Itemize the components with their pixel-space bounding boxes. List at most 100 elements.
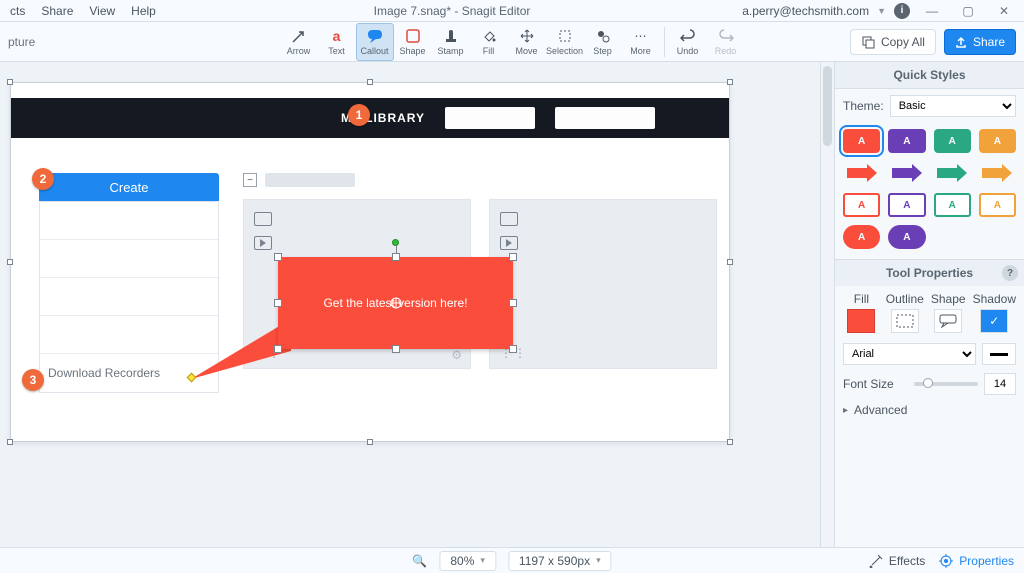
properties-button[interactable]: Properties bbox=[939, 554, 1014, 568]
font-size-slider[interactable] bbox=[914, 382, 979, 386]
create-button[interactable]: Create bbox=[39, 173, 219, 201]
fill-tool[interactable]: Fill bbox=[470, 23, 508, 61]
share-button[interactable]: Share bbox=[944, 29, 1016, 55]
minimize-button[interactable]: — bbox=[918, 2, 946, 20]
font-color-swatch[interactable] bbox=[982, 343, 1016, 365]
window-title: Image 7.snag* - Snagit Editor bbox=[162, 4, 742, 18]
advanced-label[interactable]: Advanced bbox=[854, 403, 907, 417]
font-size-input[interactable] bbox=[984, 373, 1016, 395]
resize-handle[interactable] bbox=[274, 299, 282, 307]
resize-handle[interactable] bbox=[509, 345, 517, 353]
style-pill-purple[interactable]: A bbox=[888, 225, 925, 249]
style-pill-red[interactable]: A bbox=[843, 225, 880, 249]
style-box-amber[interactable]: A bbox=[979, 193, 1016, 217]
text-icon: a bbox=[333, 28, 341, 44]
canvas-dimensions[interactable]: 1197 x 590px▾ bbox=[508, 551, 612, 571]
move-tool[interactable]: Move bbox=[508, 23, 546, 61]
canvas-handle[interactable] bbox=[7, 439, 13, 445]
step-marker-2[interactable]: 2 bbox=[32, 168, 54, 190]
resize-handle[interactable] bbox=[274, 253, 282, 261]
stamp-tool[interactable]: Stamp bbox=[432, 23, 470, 61]
canvas-handle[interactable] bbox=[727, 79, 733, 85]
advanced-disclosure-icon[interactable]: ▸ bbox=[843, 405, 848, 416]
gear-icon[interactable]: ⚙ bbox=[451, 348, 462, 362]
style-callout-red[interactable]: A bbox=[843, 129, 880, 153]
style-callout-purple[interactable]: A bbox=[888, 129, 925, 153]
user-dropdown-icon[interactable]: ▼ bbox=[877, 6, 886, 16]
arrow-tool[interactable]: Arrow bbox=[280, 23, 318, 61]
theme-select[interactable]: Basic bbox=[890, 95, 1016, 117]
fill-label: Fill bbox=[854, 292, 869, 306]
style-arrow-purple[interactable] bbox=[888, 161, 925, 185]
shape-swatch[interactable] bbox=[934, 309, 962, 333]
style-arrow-green[interactable] bbox=[934, 161, 971, 185]
zoom-level[interactable]: 80%▾ bbox=[439, 551, 496, 571]
selection-tool[interactable]: Selection bbox=[546, 23, 584, 61]
sidebar-item[interactable] bbox=[40, 202, 218, 240]
canvas-handle[interactable] bbox=[7, 259, 13, 265]
redo-icon bbox=[718, 28, 734, 44]
style-box-red[interactable]: A bbox=[843, 193, 880, 217]
help-icon[interactable]: ? bbox=[1002, 265, 1018, 281]
redo-button[interactable]: Redo bbox=[707, 23, 745, 61]
sidebar-item[interactable] bbox=[40, 278, 218, 316]
style-box-green[interactable]: A bbox=[934, 193, 971, 217]
library-header: MY LIBRARY bbox=[11, 98, 729, 138]
style-callout-green[interactable]: A bbox=[934, 129, 971, 153]
shadow-label: Shadow bbox=[973, 292, 1016, 306]
step-marker-1[interactable]: 1 bbox=[348, 104, 370, 126]
sidebar-item[interactable] bbox=[40, 240, 218, 278]
close-button[interactable]: ✕ bbox=[990, 2, 1018, 20]
canvas-handle[interactable] bbox=[7, 79, 13, 85]
resize-handle[interactable] bbox=[274, 345, 282, 353]
canvas-handle[interactable] bbox=[727, 259, 733, 265]
info-icon[interactable]: i bbox=[894, 3, 910, 19]
text-tool[interactable]: a Text bbox=[318, 23, 356, 61]
capture-button[interactable]: pture bbox=[0, 31, 43, 53]
step-tool[interactable]: Step bbox=[584, 23, 622, 61]
copy-all-button[interactable]: Copy All bbox=[850, 29, 936, 55]
resize-handle[interactable] bbox=[509, 299, 517, 307]
fill-swatch[interactable] bbox=[847, 309, 875, 333]
menu-bar: cts Share View Help bbox=[0, 2, 162, 20]
selection-icon bbox=[558, 28, 572, 44]
menu-view[interactable]: View bbox=[83, 2, 121, 20]
library-card[interactable]: ⋮⋮ bbox=[489, 199, 717, 369]
callout-tool[interactable]: Callout bbox=[356, 23, 394, 61]
resize-handle[interactable] bbox=[392, 253, 400, 261]
font-select[interactable]: Arial bbox=[843, 343, 976, 365]
style-arrow-red[interactable] bbox=[843, 161, 880, 185]
resize-handle[interactable] bbox=[509, 253, 517, 261]
menu-help[interactable]: Help bbox=[125, 2, 162, 20]
more-tool[interactable]: ⋯ More bbox=[622, 23, 660, 61]
shape-label: Shape bbox=[931, 292, 966, 306]
menu-share[interactable]: Share bbox=[35, 2, 79, 20]
shadow-swatch[interactable]: ✓ bbox=[980, 309, 1008, 333]
effects-button[interactable]: Effects bbox=[869, 554, 925, 568]
canvas-handle[interactable] bbox=[727, 439, 733, 445]
menu-cts[interactable]: cts bbox=[4, 2, 31, 20]
style-callout-amber[interactable]: A bbox=[979, 129, 1016, 153]
effects-icon bbox=[869, 554, 883, 568]
play-icon bbox=[254, 236, 272, 250]
zoom-search-icon[interactable]: 🔍 bbox=[412, 554, 427, 568]
resize-handle[interactable] bbox=[392, 345, 400, 353]
user-email[interactable]: a.perry@techsmith.com bbox=[742, 4, 869, 18]
scrollbar-thumb[interactable] bbox=[823, 66, 832, 146]
undo-button[interactable]: Undo bbox=[669, 23, 707, 61]
callout-box[interactable]: Get the latest version here! bbox=[278, 257, 513, 349]
collapse-icon[interactable]: − bbox=[243, 173, 257, 187]
vertical-scrollbar[interactable] bbox=[820, 62, 834, 547]
maximize-button[interactable]: ▢ bbox=[954, 2, 982, 20]
shape-tool[interactable]: Shape bbox=[394, 23, 432, 61]
canvas-handle[interactable] bbox=[367, 79, 373, 85]
style-box-purple[interactable]: A bbox=[888, 193, 925, 217]
canvas-area[interactable]: MY LIBRARY Create Download Recorders − bbox=[0, 62, 834, 547]
outline-swatch[interactable] bbox=[891, 309, 919, 333]
undo-icon bbox=[680, 28, 696, 44]
style-arrow-amber[interactable] bbox=[979, 161, 1016, 185]
right-panel: Quick Styles Theme: Basic A A A A A A A … bbox=[834, 62, 1024, 547]
slider-thumb[interactable] bbox=[923, 378, 933, 388]
breadcrumb-placeholder bbox=[265, 173, 355, 187]
step-marker-3[interactable]: 3 bbox=[22, 369, 44, 391]
